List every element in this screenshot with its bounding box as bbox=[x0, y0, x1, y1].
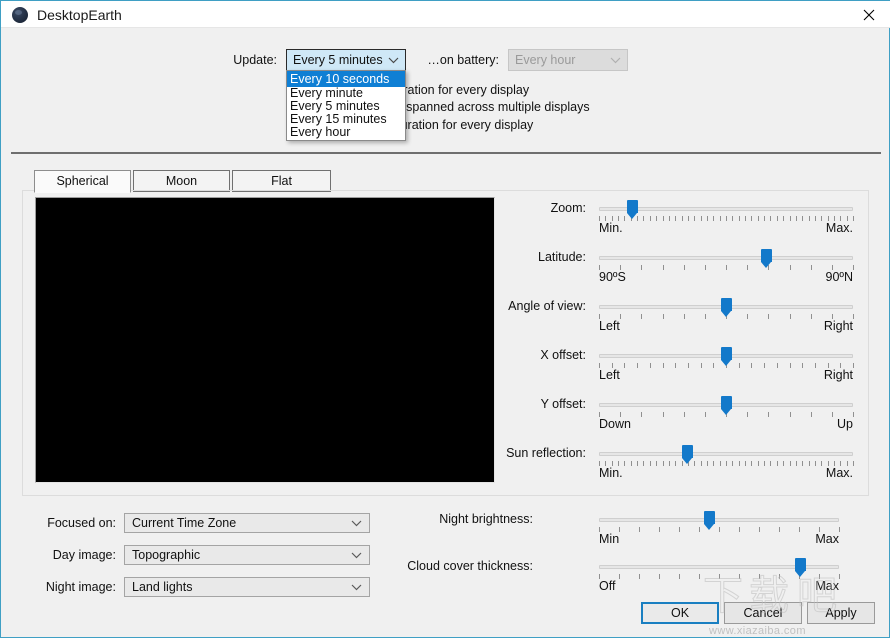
update-interval-dropdown-list[interactable]: Every 10 seconds Every minute Every 5 mi… bbox=[286, 70, 406, 141]
slider-max-label: Max bbox=[815, 532, 839, 546]
slider-label: Y offset: bbox=[540, 397, 586, 411]
slider-thumb[interactable] bbox=[682, 445, 694, 464]
slider-track[interactable] bbox=[599, 518, 839, 522]
slider-ticks bbox=[599, 527, 840, 532]
battery-interval-select[interactable]: Every hour bbox=[508, 49, 628, 71]
slider-min-label: Min. bbox=[599, 466, 623, 480]
slider-max-label: Max. bbox=[825, 221, 853, 235]
chevron-down-icon bbox=[610, 50, 621, 70]
desktopearth-window: DesktopEarth Update: Every 5 minutes …on… bbox=[0, 0, 890, 638]
slider-min-label: Left bbox=[599, 368, 620, 382]
chevron-down-icon bbox=[351, 514, 362, 532]
update-interval-value: Every 5 minutes bbox=[293, 53, 383, 67]
slider-label: Sun reflection: bbox=[506, 446, 586, 460]
dropdown-option[interactable]: Every hour bbox=[287, 126, 405, 140]
chevron-down-icon bbox=[388, 50, 399, 70]
slider-0[interactable]: Min. Max. bbox=[599, 199, 854, 235]
slider-label: X offset: bbox=[540, 348, 586, 362]
slider-min-label: Off bbox=[599, 579, 616, 593]
title-bar: DesktopEarth bbox=[1, 0, 890, 28]
slider-ticks bbox=[599, 265, 854, 270]
slider-track[interactable] bbox=[599, 452, 853, 456]
globe-icon bbox=[12, 7, 28, 23]
tab-moon[interactable]: Moon bbox=[133, 170, 230, 192]
slider-min-label: Min. bbox=[599, 221, 623, 235]
combo-1[interactable]: Topographic bbox=[124, 545, 370, 565]
slider-min-label: Min bbox=[599, 532, 620, 546]
slider-3[interactable]: Left Right bbox=[599, 346, 854, 382]
window-title: DesktopEarth bbox=[37, 7, 122, 23]
tab-spherical[interactable]: Spherical bbox=[34, 170, 131, 193]
tab-flat[interactable]: Flat bbox=[232, 170, 331, 192]
slider-thumb[interactable] bbox=[626, 200, 638, 219]
update-label: Update: bbox=[233, 53, 277, 67]
combo-value: Topographic bbox=[132, 548, 201, 562]
slider-max-label: Right bbox=[823, 368, 853, 382]
slider-thumb[interactable] bbox=[795, 558, 807, 577]
slider-max-label: Max bbox=[815, 579, 839, 593]
update-interval-select[interactable]: Every 5 minutes bbox=[286, 49, 406, 71]
slider-label: Latitude: bbox=[538, 250, 586, 264]
slider-min-label: 90ºS bbox=[599, 270, 626, 284]
combo-label: Focused on: bbox=[47, 516, 116, 530]
slider-5[interactable]: Min. Max. bbox=[599, 444, 854, 480]
slider-label: Night brightness: bbox=[439, 512, 533, 526]
combo-value: Land lights bbox=[132, 580, 193, 594]
watermark-url: www.xiazaiba.com bbox=[709, 625, 806, 637]
slider-thumb[interactable] bbox=[703, 511, 715, 530]
slider-thumb[interactable] bbox=[720, 298, 732, 317]
slider-b0[interactable]: Min Max bbox=[599, 510, 840, 546]
combo-label: Day image: bbox=[52, 548, 116, 562]
slider-b1[interactable]: Off Max bbox=[599, 557, 840, 593]
slider-min-label: Down bbox=[599, 417, 631, 431]
globe-preview[interactable] bbox=[35, 197, 495, 483]
combo-value: Current Time Zone bbox=[132, 516, 237, 530]
slider-max-label: 90ºN bbox=[825, 270, 854, 284]
slider-track[interactable] bbox=[599, 256, 853, 260]
slider-thumb[interactable] bbox=[720, 347, 732, 366]
chevron-down-icon bbox=[351, 546, 362, 564]
slider-max-label: Right bbox=[823, 319, 853, 333]
combo-label: Night image: bbox=[45, 580, 116, 594]
slider-label: Zoom: bbox=[550, 201, 586, 215]
close-icon[interactable] bbox=[846, 1, 890, 28]
slider-max-label: Up bbox=[837, 417, 853, 431]
combo-0[interactable]: Current Time Zone bbox=[124, 513, 370, 533]
slider-ticks bbox=[599, 461, 854, 466]
cancel-button[interactable]: Cancel bbox=[724, 602, 802, 624]
battery-label: …on battery: bbox=[427, 53, 499, 67]
ok-button[interactable]: OK bbox=[641, 602, 719, 624]
combo-2[interactable]: Land lights bbox=[124, 577, 370, 597]
apply-button[interactable]: Apply bbox=[807, 602, 875, 624]
slider-1[interactable]: 90ºS 90ºN bbox=[599, 248, 854, 284]
slider-thumb[interactable] bbox=[720, 396, 732, 415]
slider-label: Cloud cover thickness: bbox=[407, 559, 533, 573]
battery-interval-value: Every hour bbox=[515, 53, 576, 67]
section-divider bbox=[11, 152, 881, 154]
slider-min-label: Left bbox=[599, 319, 620, 333]
slider-4[interactable]: Down Up bbox=[599, 395, 854, 431]
chevron-down-icon bbox=[351, 578, 362, 596]
slider-label: Angle of view: bbox=[508, 299, 586, 313]
slider-max-label: Max. bbox=[825, 466, 853, 480]
dropdown-option[interactable]: Every 10 seconds bbox=[287, 71, 405, 87]
slider-2[interactable]: Left Right bbox=[599, 297, 854, 333]
slider-thumb[interactable] bbox=[761, 249, 773, 268]
slider-ticks bbox=[599, 216, 854, 221]
